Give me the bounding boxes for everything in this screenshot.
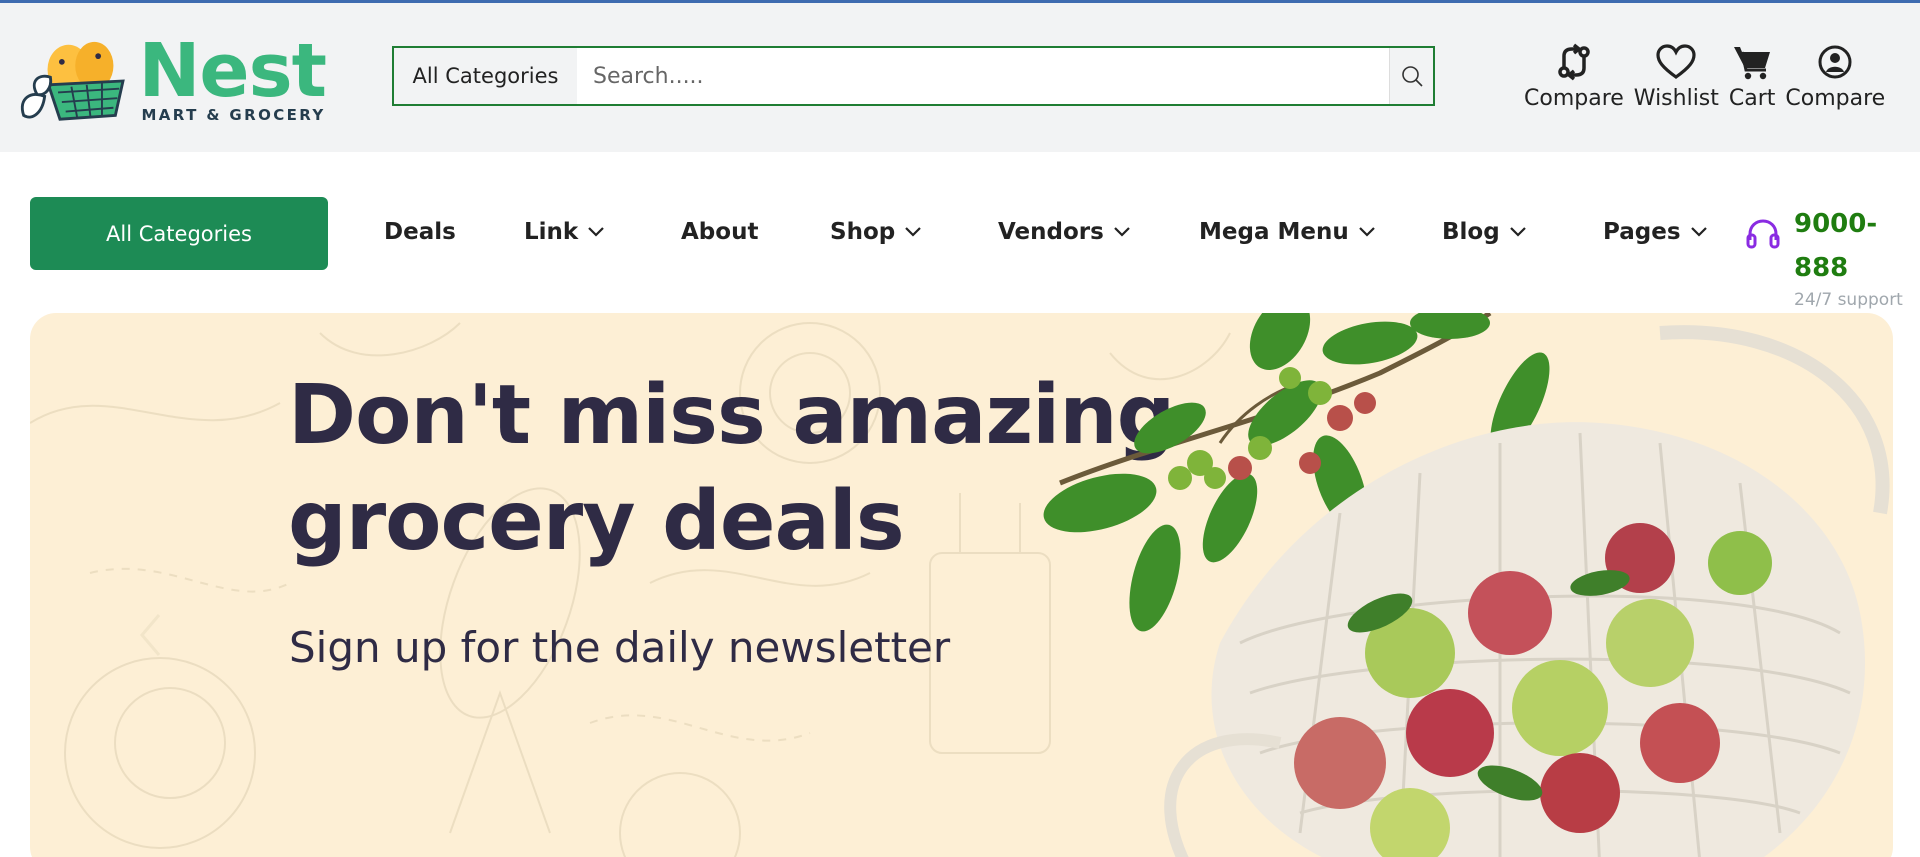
chevron-down-icon xyxy=(1690,224,1707,240)
nav-item-vendors[interactable]: Vendors xyxy=(998,212,1130,252)
nav-item-mega-menu[interactable]: Mega Menu xyxy=(1199,212,1375,252)
cart-icon xyxy=(1734,47,1771,80)
nav-item-shop[interactable]: Shop xyxy=(830,212,921,252)
nav-item-label: Blog xyxy=(1442,219,1500,245)
site-header: Nest MART & GROCERY All Categories Searc… xyxy=(0,3,1920,152)
brand-name: Nest xyxy=(138,28,327,114)
nav-item-label: Link xyxy=(524,219,579,245)
logo-basket-icon xyxy=(20,41,125,121)
support-label: 24/7 support xyxy=(1794,290,1903,310)
logo-text: Nest MART & GROCERY xyxy=(138,28,327,124)
nav-item-link[interactable]: Link xyxy=(524,212,604,252)
apples-in-net-bag-image xyxy=(1043,313,1890,857)
nav-item-deals[interactable]: Deals xyxy=(384,212,456,252)
nav-item-blog[interactable]: Blog xyxy=(1442,212,1526,252)
search-input[interactable] xyxy=(577,48,1389,104)
search-button[interactable] xyxy=(1389,48,1433,104)
support-phone: 9000-888 xyxy=(1794,209,1878,283)
header-actions: Compare Wishlist Cart Compare xyxy=(1524,41,1895,121)
logo[interactable]: Nest MART & GROCERY xyxy=(16,28,327,129)
cart-action[interactable]: Cart xyxy=(1728,41,1776,121)
wishlist-label: Wishlist xyxy=(1633,86,1719,111)
chevron-left-icon xyxy=(140,614,161,656)
search-category-select[interactable]: All Categories xyxy=(394,48,577,104)
user-icon xyxy=(1818,45,1852,79)
all-categories-button[interactable]: All Categories xyxy=(30,197,328,270)
compare-icon xyxy=(1558,43,1590,81)
hero-banner: Don't miss amazing grocery deals Sign up… xyxy=(30,313,1893,857)
chevron-down-icon xyxy=(1358,224,1375,240)
brand-tagline: MART & GROCERY xyxy=(141,106,326,124)
nav-item-label: Vendors xyxy=(998,219,1104,245)
cart-label: Cart xyxy=(1728,86,1776,111)
wishlist-action[interactable]: Wishlist xyxy=(1634,41,1719,121)
nav-item-label: Shop xyxy=(830,219,896,245)
heart-icon xyxy=(1656,44,1696,79)
compare-action[interactable]: Compare xyxy=(1524,41,1624,121)
nav-item-label: Deals xyxy=(384,219,456,245)
headset-icon xyxy=(1746,219,1780,249)
nav-item-about[interactable]: About xyxy=(681,212,758,252)
hero-subtitle: Sign up for the daily newsletter xyxy=(289,623,951,672)
support-contact[interactable]: 9000-888 24/7 support xyxy=(1746,202,1916,312)
account-label: Compare xyxy=(1785,86,1886,111)
nav-item-pages[interactable]: Pages xyxy=(1603,212,1707,252)
search-bar: All Categories xyxy=(392,46,1435,106)
chevron-down-icon xyxy=(1509,224,1526,240)
chevron-down-icon xyxy=(1114,224,1130,240)
search-icon xyxy=(1401,66,1423,87)
chevron-down-icon xyxy=(905,224,921,240)
nav-item-label: About xyxy=(681,219,759,245)
nav-item-label: Pages xyxy=(1603,219,1681,245)
compare-label: Compare xyxy=(1524,86,1624,111)
slider-prev-arrow[interactable] xyxy=(130,605,170,665)
nav-item-label: Mega Menu xyxy=(1199,219,1349,245)
account-action[interactable]: Compare xyxy=(1785,41,1885,121)
chevron-down-icon xyxy=(588,224,604,240)
main-nav: All Categories Deals Link About Shop Ven… xyxy=(0,152,1920,310)
